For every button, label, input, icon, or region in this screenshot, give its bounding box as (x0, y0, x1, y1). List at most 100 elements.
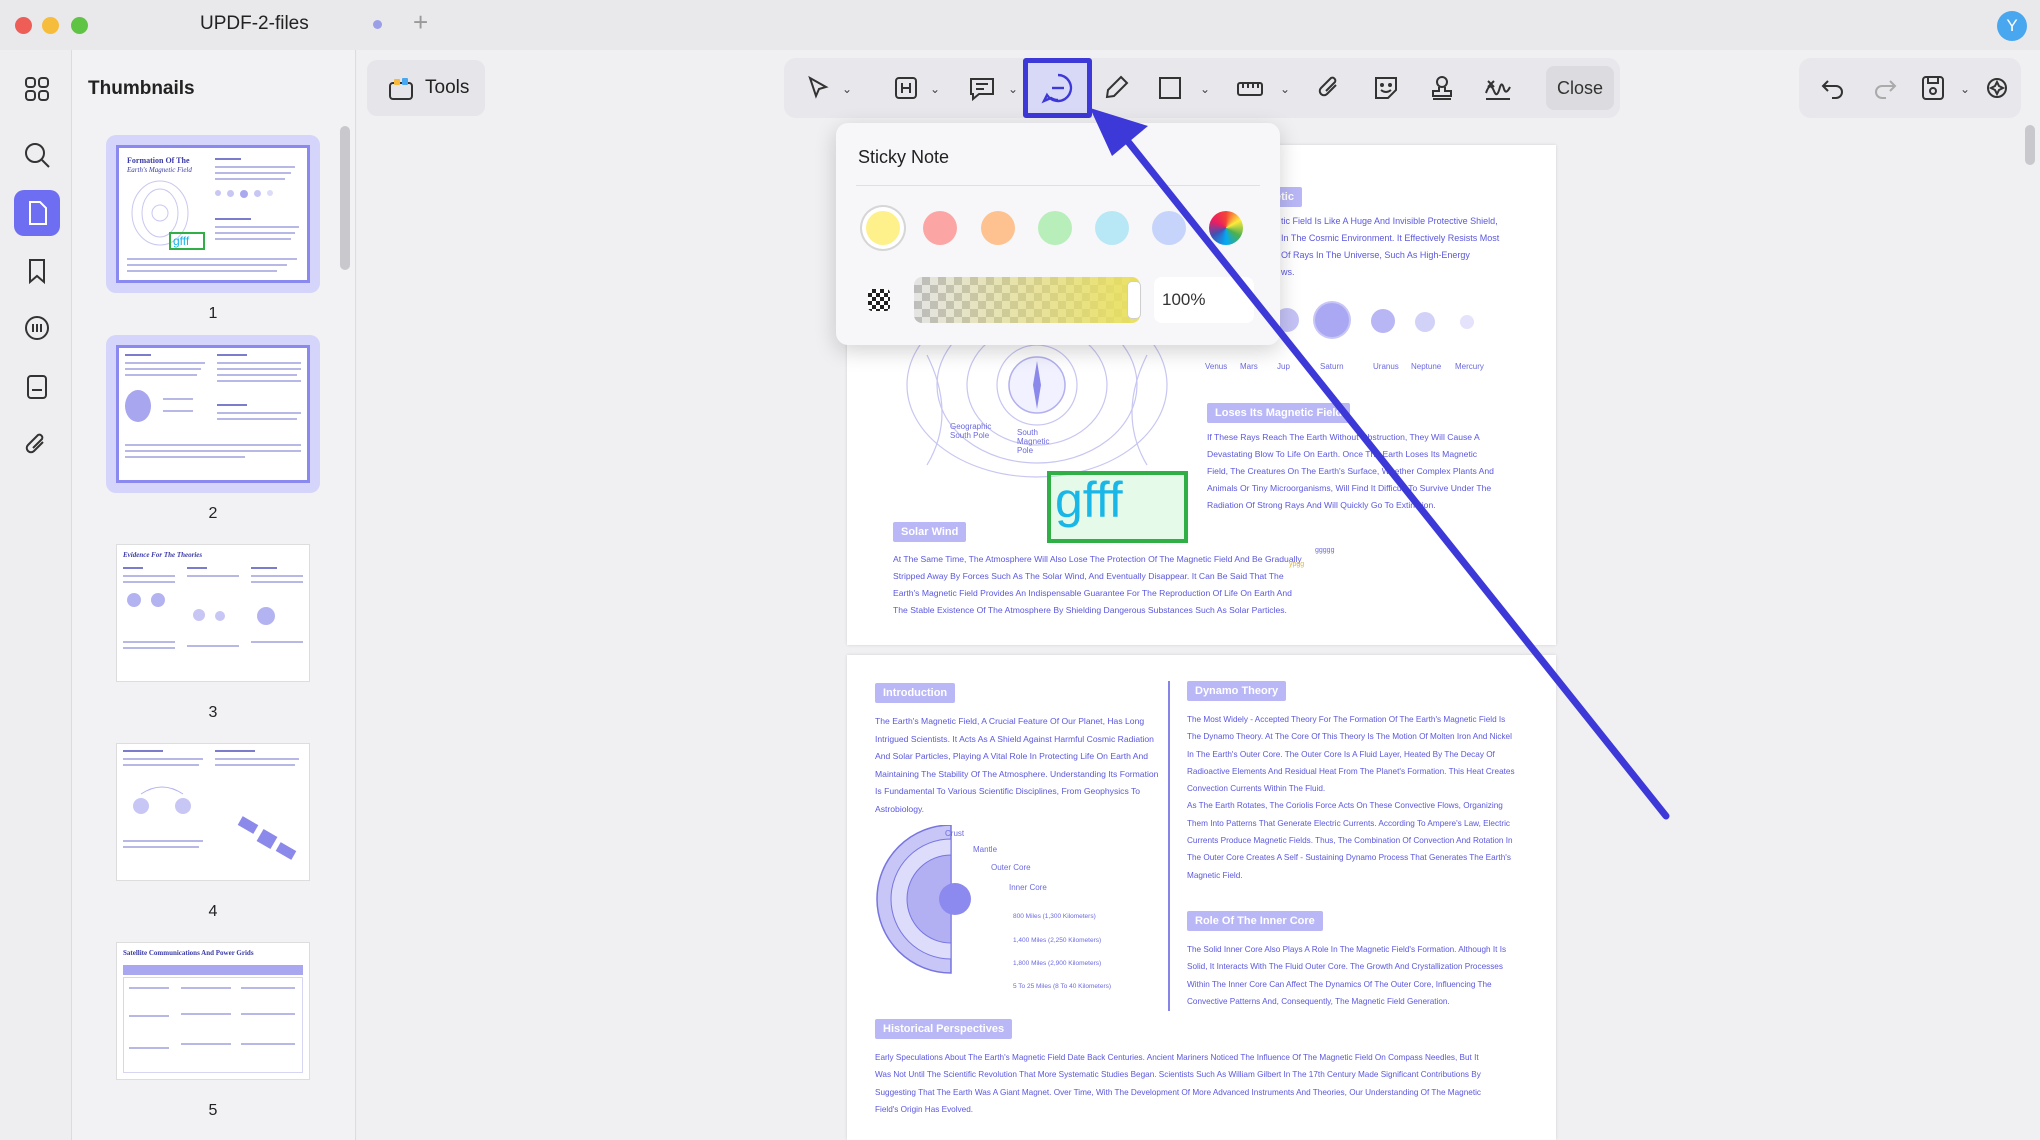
thumbnail-planet (127, 593, 141, 607)
section-heading: Solar Wind (893, 522, 967, 542)
ai-assistant-icon[interactable] (1975, 58, 2019, 118)
select-tool-icon[interactable] (796, 58, 840, 118)
signature-tool-icon[interactable] (1474, 58, 1522, 118)
thumbnail-page-4[interactable]: 4 (106, 733, 320, 920)
planet-label: Mars (1240, 362, 1258, 371)
thumbnail-subheading: Earth's Magnetic Field (127, 166, 192, 174)
color-swatch-yellow[interactable] (866, 211, 900, 245)
color-swatch-cyan[interactable] (1095, 211, 1129, 245)
thumbnail-page-3[interactable]: Evidence For The Theories 3 (106, 534, 320, 721)
layer-label: Mantle (973, 845, 998, 854)
thumbnails-view-icon[interactable] (14, 66, 60, 112)
sticker-tool-icon[interactable] (1364, 58, 1408, 118)
layer-label: Inner Core (1009, 883, 1047, 892)
pages-icon[interactable] (14, 190, 60, 236)
toolbox-icon (389, 78, 413, 100)
avatar[interactable]: Y (1997, 11, 2027, 41)
thumbnail-heading: Satellite Communications And Power Grids (123, 949, 254, 957)
tools-label: Tools (425, 77, 470, 98)
sticky-note-tool-button[interactable] (1023, 58, 1092, 118)
color-swatch-orange[interactable] (981, 211, 1015, 245)
text-block: tic Field Is Like A Huge And Invisible P… (1281, 216, 1500, 277)
planet-icon (1415, 312, 1435, 332)
redo-icon[interactable] (1863, 58, 1907, 118)
chevron-down-icon[interactable]: ⌄ (1280, 82, 1290, 96)
document-tab-title[interactable]: UPDF-2-files (200, 13, 309, 35)
tools-button[interactable]: Tools (367, 60, 485, 116)
color-swatch-green[interactable] (1038, 211, 1072, 245)
highlight-tool-icon[interactable] (884, 58, 928, 118)
stamp-tool-icon[interactable] (1420, 58, 1464, 118)
search-icon[interactable] (14, 132, 60, 178)
thumbnails-scrollbar[interactable] (340, 126, 350, 270)
thumbnail-page-2[interactable]: 2 (106, 335, 320, 522)
comments-icon[interactable] (14, 306, 60, 352)
thumbnail-page-1[interactable]: Formation Of The Earth's Magnetic Field … (106, 135, 320, 322)
shape-tool-icon[interactable] (1148, 58, 1192, 118)
text-block: If These Rays Reach The Earth Without Ob… (1207, 432, 1494, 510)
planet-icon (1371, 309, 1395, 333)
thumbnail-table (123, 977, 303, 1073)
thumbnail-image: Evidence For The Theories (116, 544, 310, 682)
left-rail (0, 50, 72, 1140)
thumbnail-planet (257, 607, 275, 625)
document-page: Introduction The Earth's Magnetic Field,… (847, 655, 1556, 1140)
planet-label: Neptune (1411, 362, 1442, 371)
attach-file-icon[interactable] (1308, 58, 1352, 118)
color-swatch-red[interactable] (923, 211, 957, 245)
opacity-value-field[interactable]: 100% (1154, 277, 1254, 323)
opacity-slider[interactable] (914, 277, 1140, 323)
document-scrollbar[interactable] (2025, 125, 2035, 165)
earth-layers-diagram (876, 825, 971, 974)
chevron-down-icon[interactable]: ⌄ (930, 82, 940, 96)
layer-label: Outer Core (991, 863, 1031, 872)
planet-label: Mercury (1455, 362, 1484, 371)
section-heading: Introduction (875, 683, 956, 703)
chevron-down-icon[interactable]: ⌄ (842, 82, 852, 96)
attachment-icon[interactable] (14, 422, 60, 468)
sticky-note-popover: Sticky Note 100% (836, 123, 1280, 345)
thumbnail-stamp: gfff (169, 232, 205, 250)
thumbnails-panel: Thumbnails Formation Of The Earth's Magn… (72, 50, 356, 1140)
thumbnail-number: 1 (208, 305, 218, 322)
comment-tool-icon[interactable] (960, 58, 1004, 118)
title-bar: UPDF-2-files + Y (0, 0, 2040, 50)
chevron-down-icon[interactable]: ⌄ (1200, 82, 1210, 96)
bookmark-icon[interactable] (14, 248, 60, 294)
text-stamp-annotation[interactable]: gfff (1047, 471, 1188, 543)
thumbnail-diagram (133, 786, 191, 814)
undo-icon[interactable] (1811, 58, 1855, 118)
forms-icon[interactable] (14, 364, 60, 410)
thumbnail-number: 3 (208, 704, 218, 721)
distance-label: 800 Miles (1,300 Kilometers) (1013, 913, 1096, 920)
planet-label: Jup (1277, 362, 1290, 371)
thumbnail-page-5[interactable]: Satellite Communications And Power Grids… (106, 932, 320, 1119)
opacity-slider-handle[interactable] (1127, 281, 1141, 319)
planet-label: Venus (1205, 362, 1228, 371)
text-block: The Solid Inner Core Also Plays A Role I… (1187, 945, 1507, 1006)
thumbnail-heading: Formation Of The (127, 156, 190, 165)
minimize-window-button[interactable] (42, 17, 59, 34)
chevron-down-icon[interactable]: ⌄ (1008, 82, 1018, 96)
custom-color-picker-icon[interactable] (1209, 211, 1243, 245)
diagram-label: Magnetic (1017, 437, 1050, 446)
measure-tool-icon[interactable] (1228, 58, 1272, 118)
thumbnail-image (116, 743, 310, 881)
section-heading: Loses Its Magnetic Field (1207, 403, 1351, 423)
color-swatch-blue[interactable] (1152, 211, 1186, 245)
new-tab-button[interactable]: + (413, 9, 428, 35)
thumbnails-title: Thumbnails (88, 78, 195, 99)
close-window-button[interactable] (15, 17, 32, 34)
pencil-tool-icon[interactable] (1094, 58, 1138, 118)
close-button[interactable]: Close (1546, 66, 1614, 110)
popover-title: Sticky Note (858, 147, 950, 167)
layer-label: Crust (945, 829, 965, 838)
chevron-down-icon[interactable]: ⌄ (1960, 82, 1970, 96)
save-icon[interactable] (1911, 58, 1955, 118)
maximize-window-button[interactable] (71, 17, 88, 34)
thumbnail-satellite (237, 816, 297, 860)
planet-icon (1315, 303, 1349, 337)
distance-label: 1,400 Miles (2,250 Kilometers) (1013, 937, 1102, 944)
column-divider (1168, 681, 1170, 1011)
text-block: The Most Widely - Accepted Theory For Th… (1187, 715, 1515, 880)
